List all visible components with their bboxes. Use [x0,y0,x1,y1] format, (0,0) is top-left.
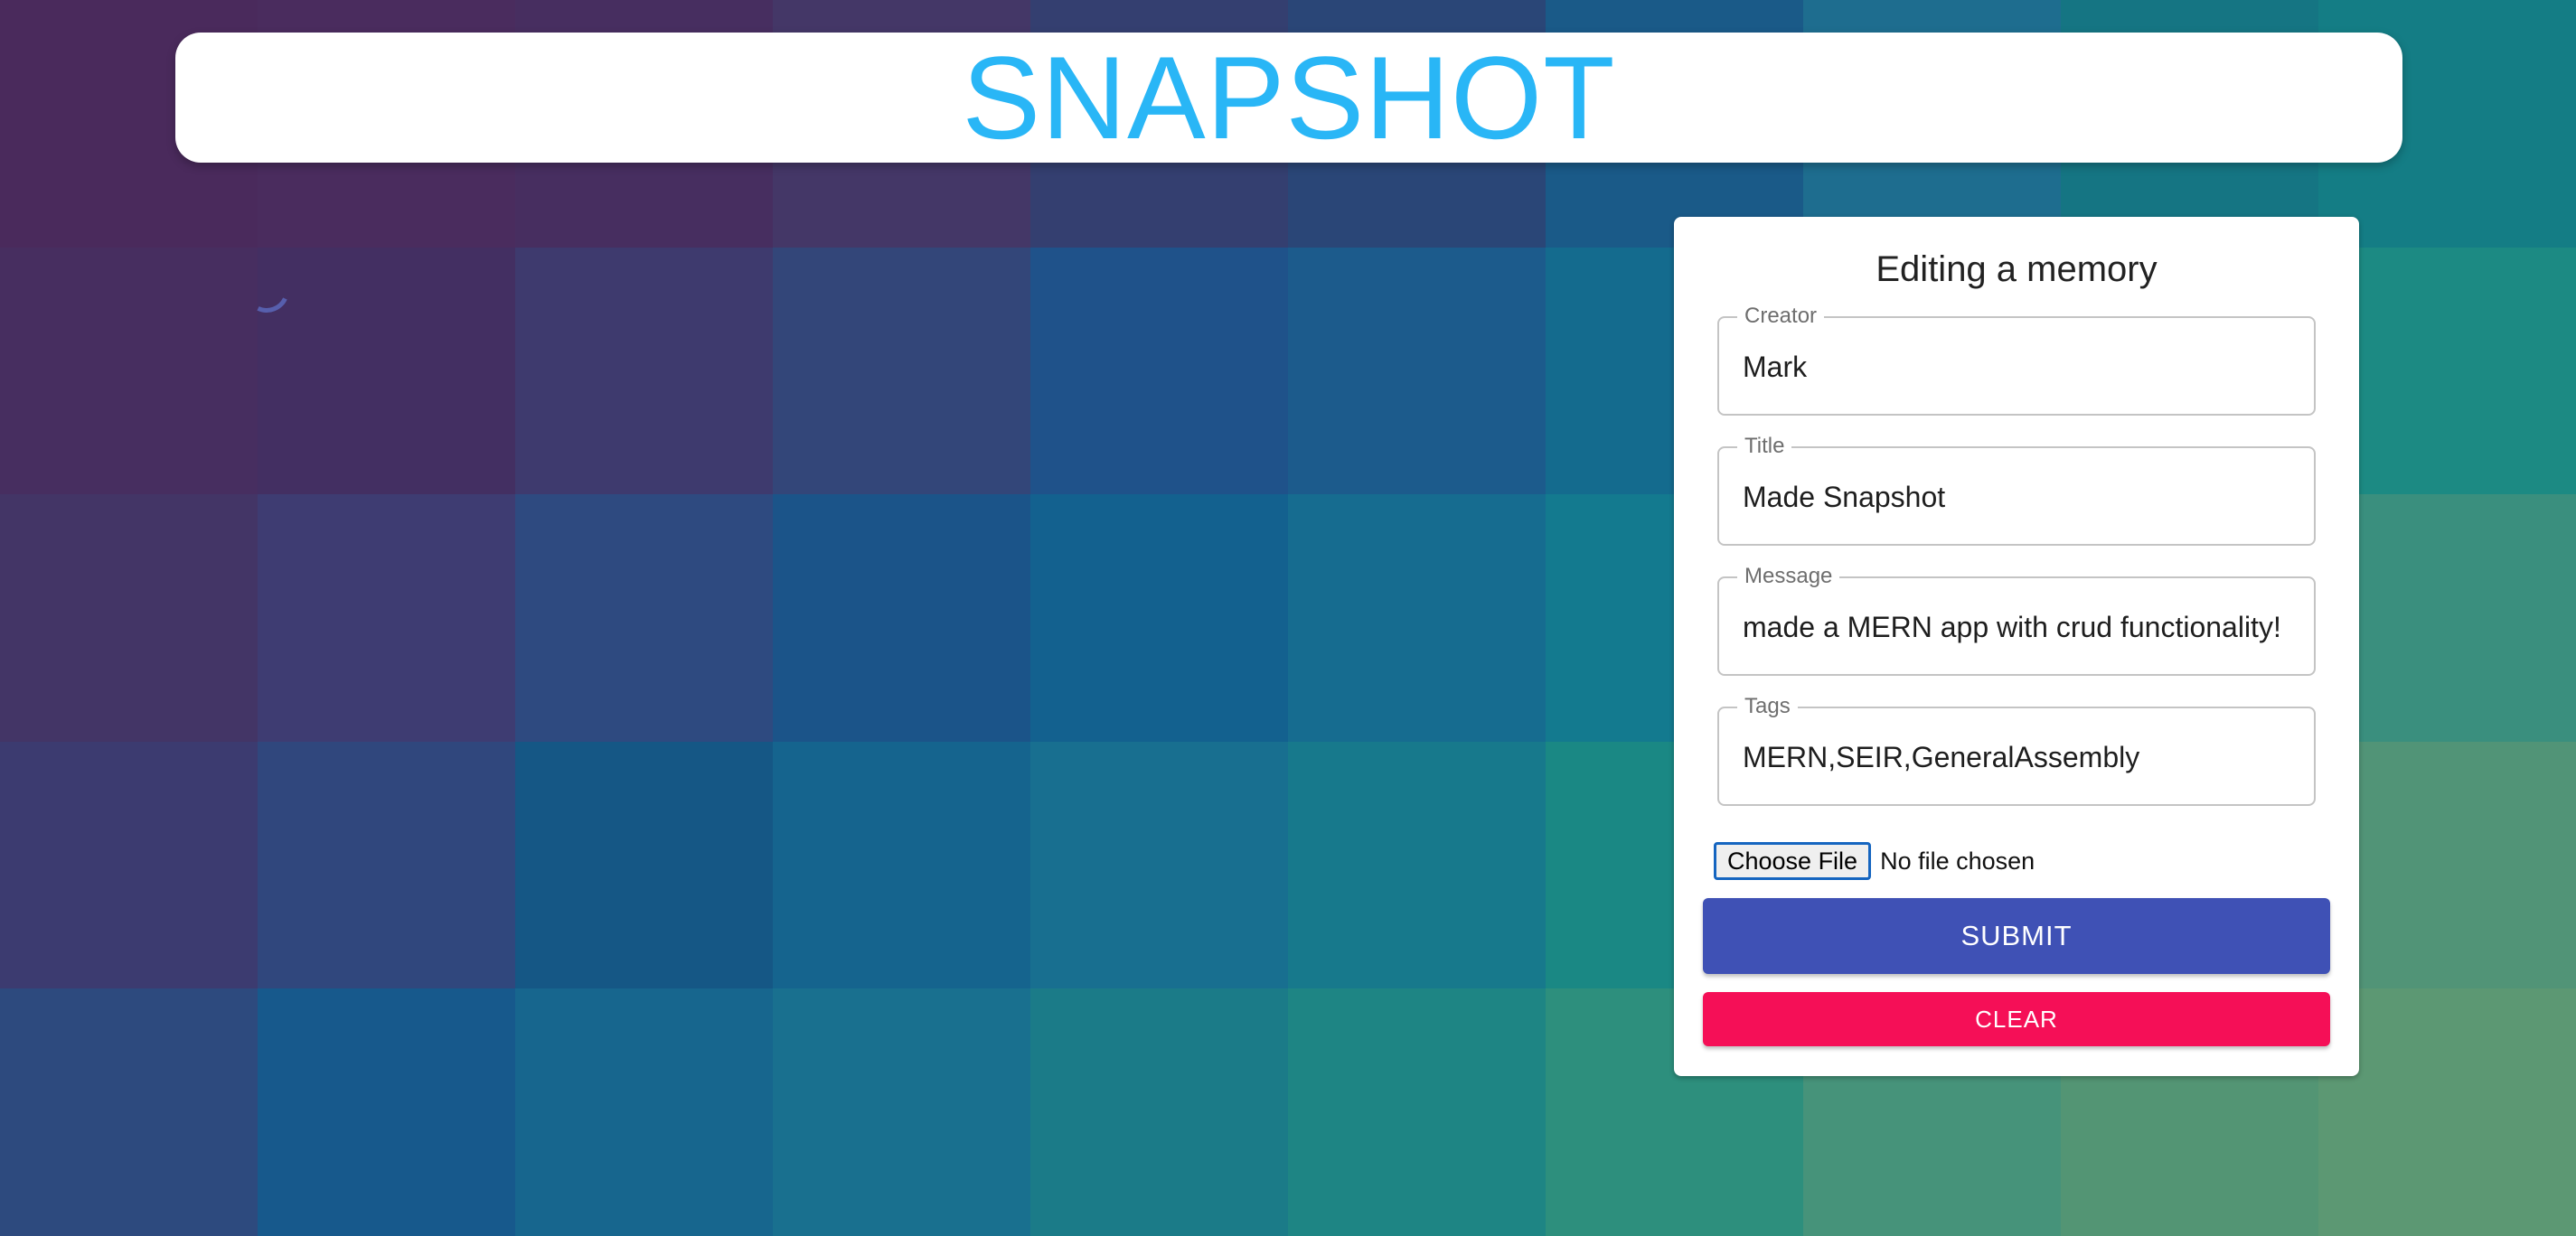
background-tile [258,247,515,495]
background-tile [1288,988,1546,1236]
background-tile [1288,247,1546,495]
tags-input[interactable]: MERN,SEIR,GeneralAssembly [1743,739,2139,775]
background-tile [773,741,1030,989]
tags-field[interactable]: Tags MERN,SEIR,GeneralAssembly [1717,694,2316,806]
background-tile [773,988,1030,1236]
background-tile [515,988,773,1236]
memory-form: Editing a memory Creator Mark Title Made… [1674,217,2359,1076]
clear-button[interactable]: CLEAR [1703,992,2330,1046]
file-status-text: No file chosen [1880,847,2035,875]
background-tile [0,247,258,495]
background-tile [258,741,515,989]
background-tile [773,494,1030,742]
background-tile [1030,247,1288,495]
background-tile [0,494,258,742]
background-tile [258,494,515,742]
background-tile [0,988,258,1236]
file-upload: Choose File No file chosen [1714,842,2035,880]
background-tile [1030,741,1288,989]
app-bar: SNAPSHOT [175,33,2402,163]
background-tile [258,988,515,1236]
title-input[interactable]: Made Snapshot [1743,479,1945,515]
background-tile [515,741,773,989]
title-label: Title [1737,434,1792,459]
background-tile [0,741,258,989]
creator-field[interactable]: Creator Mark [1717,304,2316,416]
creator-label: Creator [1737,304,1825,329]
app-title: SNAPSHOT [962,32,1616,164]
background-tile [515,494,773,742]
background-tile [773,247,1030,495]
title-field[interactable]: Title Made Snapshot [1717,434,2316,546]
message-label: Message [1737,564,1840,589]
submit-button[interactable]: SUBMIT [1703,898,2330,974]
choose-file-button[interactable]: Choose File [1714,842,1872,880]
background-tile [515,247,773,495]
message-field[interactable]: Message made a MERN app with crud functi… [1717,564,2316,676]
background-tile [1288,741,1546,989]
background-tile [1030,494,1288,742]
creator-input[interactable]: Mark [1743,349,1807,385]
background-tile [1030,988,1288,1236]
background-tile [1288,494,1546,742]
form-heading: Editing a memory [1876,249,2158,289]
message-input[interactable]: made a MERN app with crud functionality! [1743,609,2281,645]
tags-label: Tags [1737,694,1798,719]
